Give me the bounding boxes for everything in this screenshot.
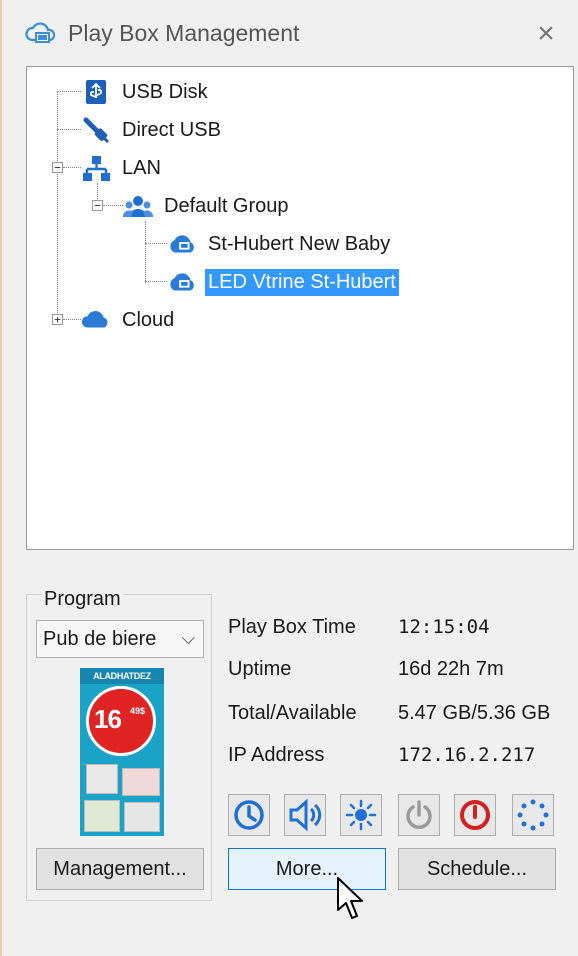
tree-item-label: Default Group	[164, 194, 289, 217]
tree-connector	[57, 91, 58, 319]
group-icon	[123, 192, 153, 220]
close-button[interactable]: ×	[526, 14, 566, 54]
tree-item-label: St-Hubert New Baby	[208, 232, 391, 255]
ip-address-value: 172.16.2.217	[398, 744, 536, 766]
power-off-icon	[460, 800, 490, 830]
power-icon	[406, 800, 432, 829]
window-title: Play Box Management	[68, 20, 300, 46]
tree-item-label: LED Vtrine St-Hubert	[205, 268, 399, 296]
tree-connector	[145, 221, 146, 283]
thumbnail-price-cents: 49$	[130, 706, 146, 716]
volume-button[interactable]	[284, 794, 326, 836]
title-bar[interactable]: Play Box Management ×	[0, 0, 578, 62]
play-box-time-value: 12:15:04	[398, 616, 490, 638]
clock-button[interactable]	[228, 794, 270, 836]
thumbnail-product-image	[86, 764, 118, 794]
window-left-border	[0, 0, 2, 956]
tree-item-label: USB Disk	[122, 80, 208, 103]
management-button[interactable]: Management...	[36, 848, 204, 890]
tree-connector	[145, 281, 167, 282]
tree-connector	[63, 319, 81, 320]
tree-item-label: Direct USB	[122, 118, 221, 141]
thumbnail-product-image	[84, 800, 120, 832]
tree-item-st-hubert-new-baby[interactable]: St-Hubert New Baby	[167, 227, 393, 261]
device-tree[interactable]: − − + USB Disk Direct USB LAN Default Gr…	[26, 66, 574, 550]
cloud-expand-toggle[interactable]: +	[52, 314, 63, 325]
program-select-value: Pub de biere	[43, 627, 157, 650]
network-icon	[81, 154, 111, 182]
brightness-button[interactable]	[340, 794, 382, 836]
chevron-down-icon: ⌵	[181, 628, 195, 648]
thumbnail-product-image	[122, 768, 160, 796]
thumbnail-product-image	[124, 802, 160, 832]
tree-item-cloud[interactable]: Cloud	[81, 303, 177, 337]
ip-address-label: IP Address	[228, 744, 325, 766]
total-available-label: Total/Available	[228, 702, 357, 724]
cloud-device-icon	[25, 22, 56, 43]
mouse-cursor-icon	[337, 877, 363, 919]
default-group-collapse-toggle[interactable]: −	[92, 200, 103, 211]
loading-button[interactable]	[512, 794, 554, 836]
tree-item-led-vtrine-st-hubert[interactable]: LED Vtrine St-Hubert	[167, 265, 399, 299]
tree-item-direct-usb[interactable]: Direct USB	[81, 113, 224, 147]
power-off-button[interactable]	[454, 794, 496, 836]
program-thumbnail: ALADHATDEZ 16 49$	[80, 668, 164, 836]
volume-icon	[289, 798, 322, 832]
loading-icon	[517, 799, 549, 831]
tree-connector	[57, 129, 81, 130]
total-available-value: 5.47 GB/5.36 GB	[398, 702, 551, 724]
usb-cable-icon	[81, 116, 111, 144]
uptime-value: 16d 22h 7m	[398, 658, 504, 680]
uptime-label: Uptime	[228, 658, 292, 680]
playbox-device-icon	[167, 230, 197, 258]
program-select[interactable]: Pub de biere ⌵	[36, 620, 204, 658]
tree-item-default-group[interactable]: Default Group	[123, 189, 292, 223]
tree-connector	[57, 91, 81, 92]
thumbnail-price: 16	[94, 704, 122, 734]
power-button[interactable]	[398, 794, 440, 836]
schedule-button[interactable]: Schedule...	[398, 848, 556, 890]
cloud-icon	[81, 306, 111, 334]
tree-connector	[63, 167, 81, 168]
tree-item-usb-disk[interactable]: USB Disk	[81, 75, 211, 109]
usb-disk-icon	[81, 78, 111, 106]
clock-icon	[234, 800, 264, 830]
program-group-label: Program	[42, 588, 123, 611]
tree-connector	[103, 205, 123, 206]
tree-connector	[145, 243, 167, 244]
lan-collapse-toggle[interactable]: −	[52, 162, 63, 173]
playbox-device-icon	[167, 268, 197, 296]
play-box-time-label: Play Box Time	[228, 616, 356, 638]
thumbnail-banner: ALADHATDEZ	[80, 668, 164, 684]
brightness-icon	[345, 799, 377, 831]
tree-item-label: LAN	[122, 156, 161, 179]
tree-item-label: Cloud	[122, 308, 175, 331]
tree-item-lan[interactable]: LAN	[81, 151, 164, 185]
